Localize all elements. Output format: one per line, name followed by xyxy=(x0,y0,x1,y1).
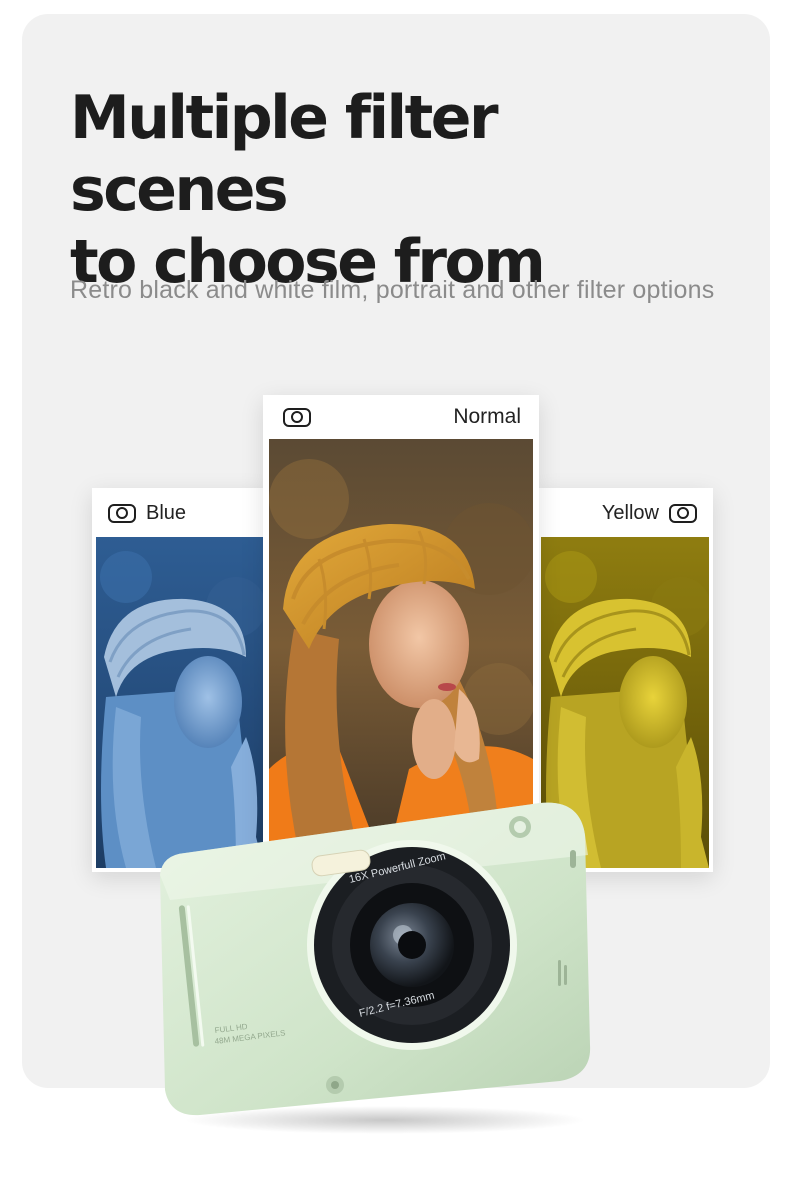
title-line-1: Multiple filter scenes xyxy=(70,83,499,225)
filter-card-normal: Normal xyxy=(263,395,539,857)
camera-mode-icon xyxy=(669,503,697,523)
camera-mode-icon xyxy=(283,407,311,427)
filter-card-header: Normal xyxy=(263,395,539,439)
page-title: Multiple filter scenes to choose from xyxy=(70,82,730,298)
filter-label-blue: Blue xyxy=(146,501,187,524)
camera-mode-icon xyxy=(108,503,136,523)
portrait-photo-normal xyxy=(269,439,533,853)
filter-card-header: Yellow xyxy=(537,488,713,538)
page-subtitle: Retro black and white film, portrait and… xyxy=(70,276,715,304)
camera-product-image: 16X Powerfull Zoom F/2.2 f=7.36mm FULL H… xyxy=(140,795,610,1135)
filter-label-yellow: Yellow xyxy=(601,501,659,524)
filter-card-header: Blue xyxy=(92,488,268,538)
filter-label-normal: Normal xyxy=(453,405,521,428)
